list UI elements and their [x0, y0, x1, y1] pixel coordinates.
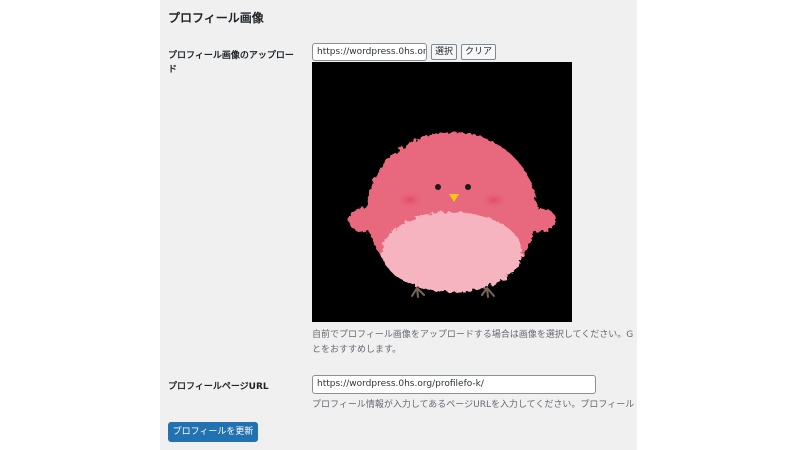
upload-description-line1: 自前でプロフィール画像をアップロードする場合は画像を選択してください。G [312, 330, 634, 340]
profile-url-input[interactable]: https://wordpress.0hs.org/profilefo-k/ [312, 375, 596, 394]
pink-bird-image [348, 132, 556, 298]
profile-settings-panel: プロフィール画像 プロフィール画像のアップロード https://wordpre… [160, 0, 637, 450]
bird-belly [382, 212, 522, 292]
bird-eye-left [435, 184, 441, 190]
bird-eye-right [465, 184, 471, 190]
upload-description: 自前でプロフィール画像をアップロードする場合は画像を選択してください。G とをお… [312, 328, 633, 358]
profile-image-preview [312, 62, 572, 322]
section-title: プロフィール画像 [168, 11, 264, 25]
upload-field-label: プロフィール画像のアップロード [168, 51, 294, 75]
select-image-button[interactable]: 選択 [431, 44, 458, 60]
bird-cheek-right [480, 191, 508, 209]
update-profile-button[interactable]: プロフィールを更新 [168, 422, 258, 442]
profile-url-description: プロフィール情報が入力してあるページURLを入力してください。プロフィール [312, 400, 635, 410]
image-url-input[interactable]: https://wordpress.0hs.org [312, 43, 427, 61]
profile-url-label: プロフィールページURL [168, 382, 269, 392]
upload-description-line2: とをおすすめします。 [312, 345, 402, 355]
clear-image-button[interactable]: クリア [461, 44, 497, 60]
bird-cheek-left [396, 191, 424, 209]
